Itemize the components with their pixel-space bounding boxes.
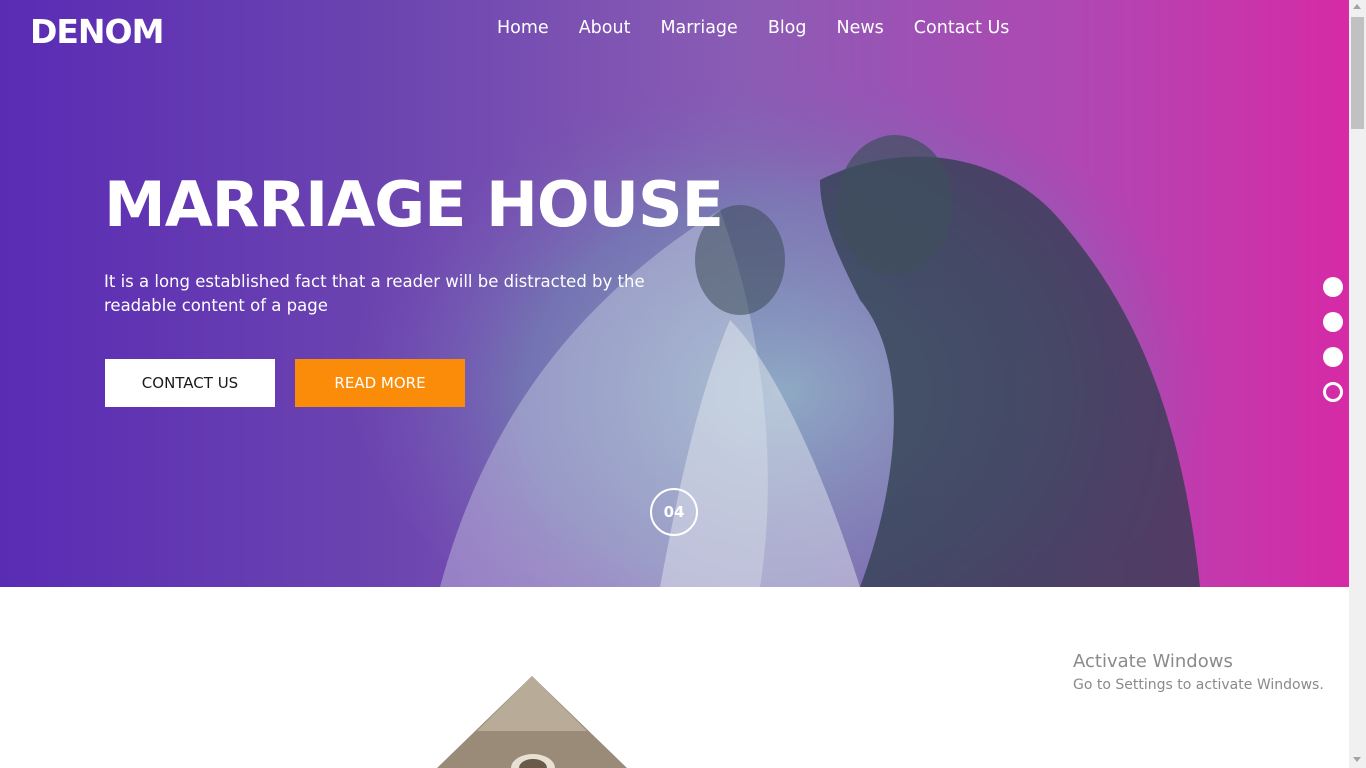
scroll-down-arrow-icon[interactable] (1353, 757, 1361, 762)
contact-us-button[interactable]: CONTACT US (105, 359, 275, 407)
nav-home[interactable]: Home (497, 18, 549, 38)
scrollbar-thumb[interactable] (1351, 17, 1364, 129)
read-more-button[interactable]: READ MORE (295, 359, 465, 407)
slider-dot-1[interactable] (1323, 277, 1343, 297)
brand-logo[interactable]: DENOM (30, 12, 164, 51)
diamond-photo (437, 676, 627, 768)
slider-dot-3[interactable] (1323, 347, 1343, 367)
hero-description: It is a long established fact that a rea… (104, 272, 645, 315)
nav-blog[interactable]: Blog (768, 18, 807, 38)
hero-section: DENOM Home About Marriage Blog News Cont… (0, 0, 1349, 587)
activate-windows-subtitle: Go to Settings to activate Windows. (1073, 677, 1324, 693)
nav-contact-us[interactable]: Contact Us (914, 18, 1010, 38)
nav-marriage[interactable]: Marriage (660, 18, 737, 38)
vertical-scrollbar[interactable] (1349, 0, 1366, 768)
hero-title: MARRIAGE HOUSE (104, 168, 724, 241)
slider-pagination (1323, 277, 1343, 417)
scroll-up-arrow-icon[interactable] (1353, 4, 1361, 9)
hero-couple-image (350, 60, 1210, 587)
nav-about[interactable]: About (579, 18, 631, 38)
slide-number-badge: 04 (650, 488, 698, 536)
activate-windows-title: Activate Windows (1073, 651, 1233, 672)
slider-dot-2[interactable] (1323, 312, 1343, 332)
slider-dot-4-active[interactable] (1323, 382, 1343, 402)
main-nav: Home About Marriage Blog News Contact Us (482, 18, 1024, 38)
nav-news[interactable]: News (837, 18, 884, 38)
